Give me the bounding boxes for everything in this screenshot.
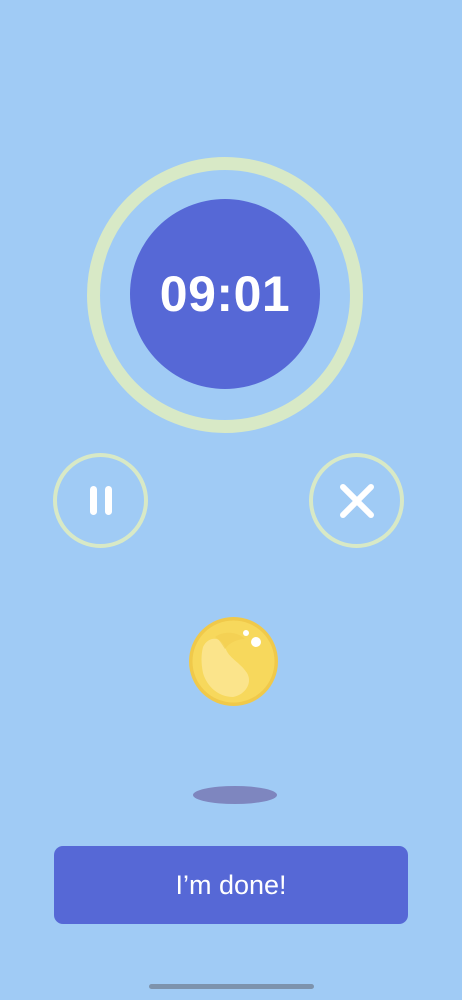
- pause-icon: [86, 486, 116, 515]
- home-indicator[interactable]: [149, 984, 314, 989]
- timer-display: 09:01: [159, 266, 291, 322]
- done-button-label: I’m done!: [175, 869, 287, 900]
- close-icon: [339, 483, 374, 518]
- timer-screen: 09:01 I’m done!: [0, 0, 462, 1000]
- coin-shadow: [193, 786, 277, 804]
- done-button[interactable]: I’m done!: [54, 846, 408, 924]
- pause-button[interactable]: [53, 453, 148, 548]
- cancel-button[interactable]: [309, 453, 404, 548]
- coin-icon: [189, 617, 278, 706]
- timer-disc: 09:01: [130, 199, 320, 389]
